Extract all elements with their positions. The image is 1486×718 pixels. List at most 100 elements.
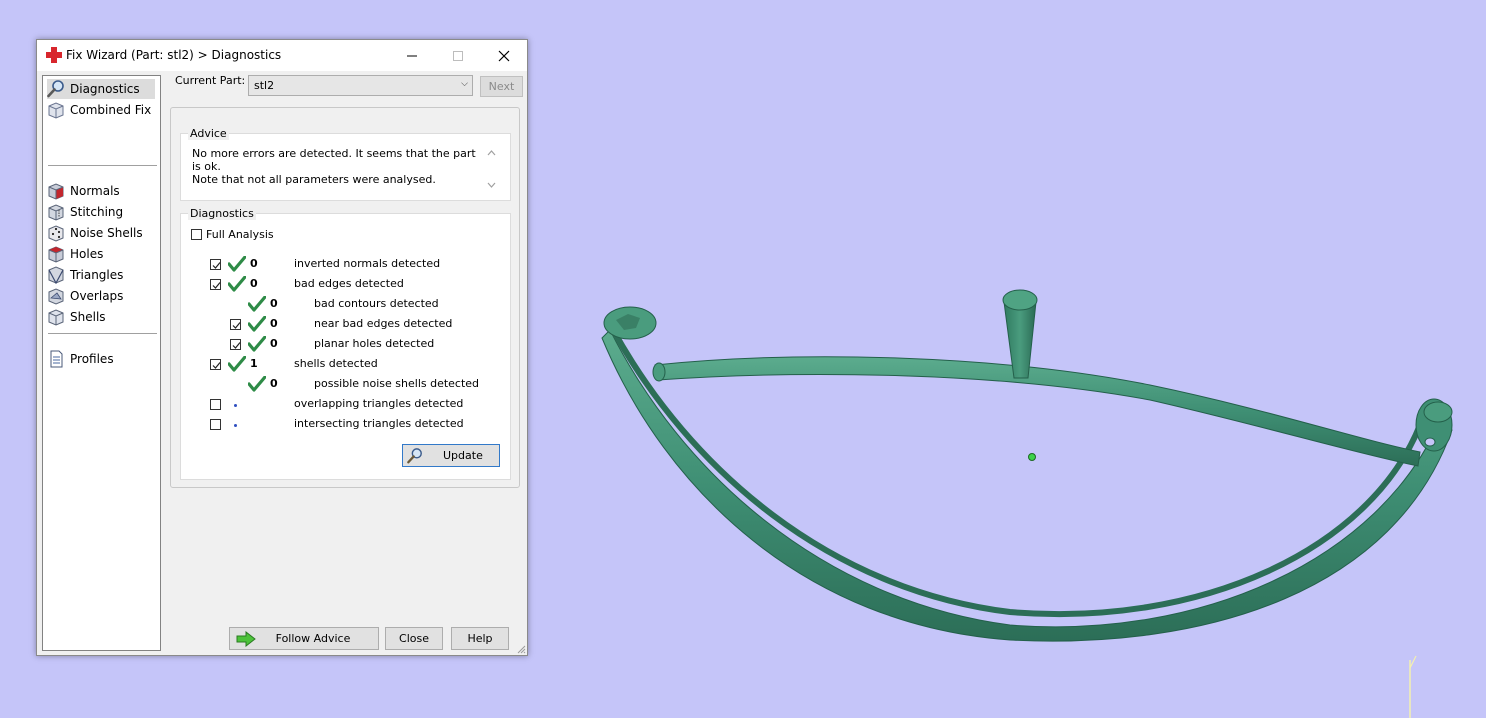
sidebar-item-holes[interactable]: Holes (47, 244, 155, 264)
next-button[interactable]: Next (480, 76, 523, 97)
shells-icon (48, 309, 64, 326)
maximize-icon (453, 50, 463, 61)
diagnostic-label: inverted normals detected (294, 257, 441, 270)
sidebar-divider (48, 165, 157, 166)
checkmark-icon (212, 262, 221, 269)
green-check-icon (228, 256, 246, 272)
magnifier-icon (407, 448, 422, 464)
diagnostic-checkbox[interactable] (230, 339, 241, 350)
3d-model[interactable] (601, 289, 1453, 642)
sidebar-item-label: Profiles (70, 352, 114, 366)
diagnostic-count: 0 (270, 377, 278, 390)
sidebar-item-triangles[interactable]: Triangles (47, 265, 155, 285)
diagnostic-count: 0 (250, 277, 258, 290)
diagnostic-count: 1 (250, 357, 258, 370)
title-bar[interactable]: Fix Wizard (Part: stl2) > Diagnostics (37, 40, 527, 71)
axis-indicator (1409, 655, 1417, 718)
diagnostic-checkbox[interactable] (210, 279, 221, 290)
sidebar-item-profiles[interactable]: Profiles (47, 349, 155, 369)
green-check-icon (228, 356, 246, 372)
sidebar-item-label: Triangles (70, 268, 124, 282)
sidebar-item-label: Holes (70, 247, 104, 261)
triangle-icon (48, 266, 64, 284)
normals-cube-icon (48, 183, 64, 200)
diagnostic-checkbox[interactable] (210, 259, 221, 270)
advice-text: No more errors are detected. It seems th… (192, 147, 482, 186)
help-button[interactable]: Help (451, 627, 509, 650)
diagnostic-label: shells detected (294, 357, 378, 370)
diagnostic-label: overlapping triangles detected (294, 397, 464, 410)
follow-advice-button[interactable]: Follow Advice (229, 627, 379, 650)
diagnostic-label: near bad edges detected (314, 317, 453, 330)
sidebar-item-label: Diagnostics (70, 82, 140, 96)
sidebar-item-stitching[interactable]: Stitching (47, 202, 155, 222)
sidebar: Diagnostics Combined Fix Normals Stitchi… (42, 75, 161, 651)
sidebar-item-diagnostics[interactable]: Diagnostics (47, 79, 155, 99)
magnifier-icon (47, 80, 64, 98)
update-button[interactable]: Update (402, 444, 500, 467)
diagnostic-label: planar holes detected (314, 337, 435, 350)
window-title: Fix Wizard (Part: stl2) > Diagnostics (66, 48, 282, 62)
sidebar-item-label: Stitching (70, 205, 124, 219)
minimize-icon (407, 55, 417, 56)
diagnostic-label: bad edges detected (294, 277, 404, 290)
green-check-icon (248, 296, 266, 312)
minimize-button[interactable] (389, 40, 435, 71)
diagnostic-label: intersecting triangles detected (294, 417, 464, 430)
stitching-cube-icon (48, 204, 64, 221)
scroll-up-icon (487, 150, 496, 156)
current-part-label: Current Part: (175, 74, 246, 87)
follow-advice-label: Follow Advice (275, 632, 351, 645)
close-button[interactable]: Close (385, 627, 443, 650)
full-analysis-checkbox[interactable] (191, 229, 202, 240)
sidebar-item-label: Overlaps (70, 289, 124, 303)
rotation-center-marker (1028, 453, 1036, 461)
diagnostic-count: 0 (270, 317, 278, 330)
green-check-icon (248, 336, 266, 352)
current-part-select[interactable]: stl2 ⌵ (248, 75, 473, 96)
checkmark-icon (212, 282, 221, 289)
diagnostic-label: bad contours detected (314, 297, 439, 310)
checkmark-icon (232, 342, 241, 349)
cube-icon (48, 102, 64, 119)
diagnostic-count: 0 (250, 257, 258, 270)
sidebar-item-label: Normals (70, 184, 120, 198)
pending-dot-icon (234, 404, 237, 407)
diagnostic-checkbox[interactable] (210, 359, 221, 370)
checkmark-icon (212, 362, 221, 369)
sidebar-item-noise-shells[interactable]: Noise Shells (47, 223, 155, 243)
diagnostics-title: Diagnostics (188, 207, 256, 220)
red-cross-icon (46, 47, 62, 63)
advice-title: Advice (188, 127, 229, 140)
3d-viewport[interactable] (529, 0, 1486, 718)
diagnostic-checkbox[interactable] (210, 399, 221, 410)
green-check-icon (228, 276, 246, 292)
chevron-down-icon: ⌵ (461, 79, 468, 89)
sidebar-divider (48, 333, 157, 334)
checkmark-icon (232, 322, 241, 329)
resize-grip-icon[interactable] (516, 644, 526, 654)
diagnostic-checkbox[interactable] (230, 319, 241, 330)
overlaps-icon (48, 288, 64, 305)
diagnostic-count: 0 (270, 297, 278, 310)
update-label: Update (443, 449, 483, 462)
advice-line: No more errors are detected. It seems th… (192, 147, 476, 173)
diagnostic-checkbox[interactable] (210, 419, 221, 430)
sidebar-item-normals[interactable]: Normals (47, 181, 155, 201)
maximize-button[interactable] (435, 40, 481, 71)
advice-scrollbar[interactable] (485, 148, 498, 190)
sidebar-item-label: Combined Fix (70, 103, 152, 117)
current-part-value: stl2 (254, 79, 275, 92)
holes-cube-icon (48, 246, 64, 263)
green-check-icon (248, 376, 266, 392)
diagnostic-count: 0 (270, 337, 278, 350)
sidebar-item-overlaps[interactable]: Overlaps (47, 286, 155, 306)
close-icon (498, 50, 510, 61)
sidebar-item-label: Shells (70, 310, 106, 324)
scroll-down-icon (487, 182, 496, 188)
sidebar-item-combined-fix[interactable]: Combined Fix (47, 100, 155, 120)
dice-icon (48, 225, 64, 242)
advice-line: Note that not all parameters were analys… (192, 173, 436, 186)
sidebar-item-shells[interactable]: Shells (47, 307, 155, 327)
close-window-button[interactable] (481, 40, 527, 71)
